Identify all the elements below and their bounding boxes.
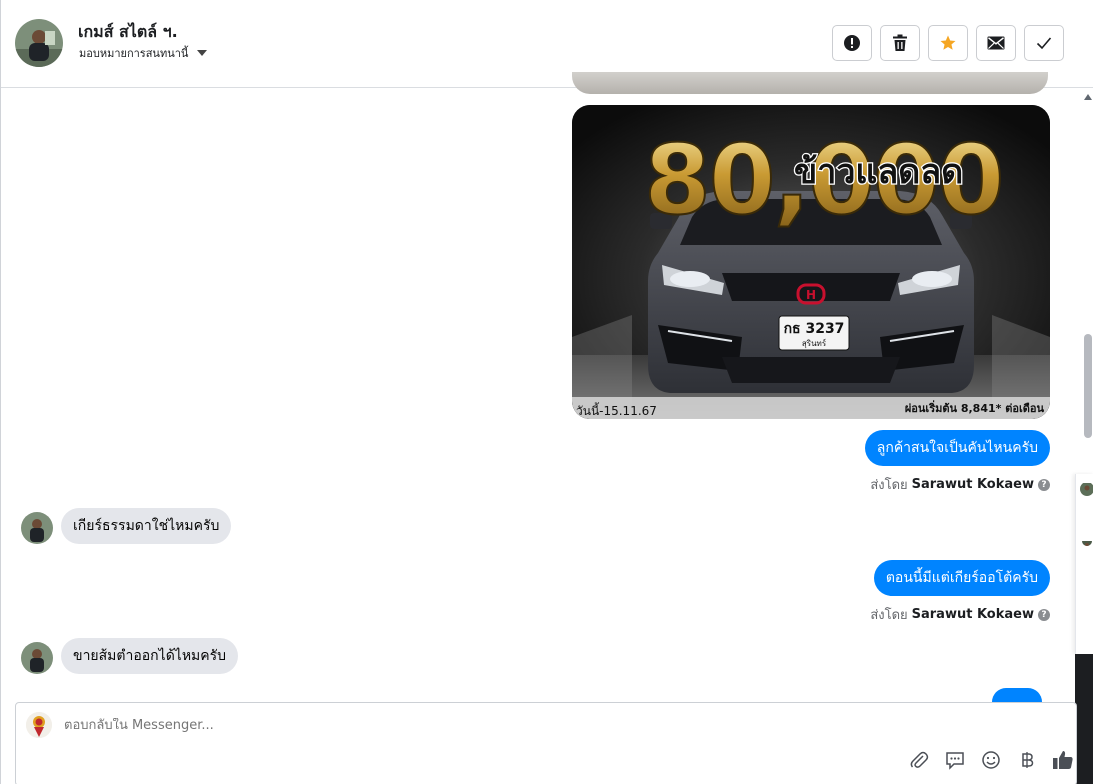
sender-avatar[interactable]	[21, 642, 53, 674]
side-avatar[interactable]	[1082, 536, 1092, 546]
plate-number: กธ 3237	[784, 321, 845, 337]
sender-name: Sarawut Kokaew	[911, 607, 1034, 622]
saved-reply-icon	[946, 752, 964, 770]
car-promo-image[interactable]: H กธ 3237 สุรินทร์ 80,000 ข้าวแลดลด วันน…	[572, 105, 1050, 419]
payment-button[interactable]	[1016, 749, 1038, 771]
sent-by-label: ส่งโดย Sarawut Kokaew ?	[870, 474, 1050, 495]
help-icon[interactable]: ?	[1038, 608, 1050, 621]
outgoing-message[interactable]: ตอนนี้มีแต่เกียร์ออโต้ครับ	[873, 560, 1050, 596]
sent-by-prefix: ส่งโดย	[870, 608, 908, 623]
scroll-up-arrow-icon[interactable]	[1084, 94, 1092, 100]
side-panel-dark-area	[1075, 654, 1093, 784]
mark-spam-button[interactable]	[832, 25, 872, 61]
promo-headline: ข้าวแลดลด	[794, 152, 963, 192]
thumbs-up-icon	[1053, 751, 1073, 769]
sent-by-label: ส่งโดย Sarawut Kokaew ?	[870, 604, 1050, 625]
paperclip-icon	[910, 751, 929, 768]
scrollbar-thumb[interactable]	[1084, 334, 1092, 438]
composer-tools	[908, 749, 1074, 771]
side-avatar[interactable]	[1080, 482, 1093, 496]
mark-done-button[interactable]	[1024, 25, 1064, 61]
outgoing-message-partial[interactable]	[992, 688, 1042, 702]
promo-installment: ผ่อนเริ่มต้น 8,841* ต่อเดือน	[905, 400, 1045, 415]
sender-avatar[interactable]	[21, 512, 53, 544]
previous-image-attachment[interactable]	[572, 72, 1048, 94]
emoji-button[interactable]	[980, 749, 1002, 771]
side-panel-edge	[1075, 474, 1093, 654]
contact-name: เกมส์ สไตล์ ฯ.	[78, 22, 178, 41]
assign-conversation-dropdown[interactable]: มอบหมายการสนทนานี้	[79, 44, 208, 62]
mark-unread-button[interactable]	[976, 25, 1016, 61]
svg-text:H: H	[806, 288, 816, 302]
saved-replies-button[interactable]	[944, 749, 966, 771]
promo-date: วันนี้-15.11.67	[576, 402, 657, 418]
reply-input[interactable]	[64, 718, 764, 733]
reply-composer	[15, 702, 1077, 784]
help-icon[interactable]: ?	[1038, 478, 1050, 491]
page-avatar	[26, 712, 52, 738]
emoji-icon	[982, 751, 1000, 769]
incoming-message[interactable]: เกียร์ธรรมดาใช่ไหมครับ	[61, 508, 232, 544]
like-button[interactable]	[1052, 749, 1074, 771]
outgoing-message[interactable]: ลูกค้าสนใจเป็นคันไหนครับ	[864, 430, 1050, 466]
conversation-actions	[832, 25, 1064, 61]
star-icon	[940, 35, 956, 50]
incoming-message[interactable]: ขายส้มตำออกได้ไหมครับ	[61, 638, 239, 674]
assign-label: มอบหมายการสนทนานี้	[79, 47, 189, 60]
inbox-conversation: เกมส์ สไตล์ ฯ. มอบหมายการสนทนานี้ H กธ 3…	[0, 0, 1093, 784]
exclamation-icon	[844, 35, 860, 51]
envelope-icon	[987, 36, 1005, 50]
star-button[interactable]	[928, 25, 968, 61]
attach-button[interactable]	[908, 749, 930, 771]
baht-icon	[1022, 752, 1034, 768]
check-icon	[1036, 37, 1052, 50]
contact-avatar[interactable]	[15, 19, 63, 67]
caret-down-icon	[197, 50, 208, 56]
sent-by-prefix: ส่งโดย	[870, 478, 908, 493]
delete-button[interactable]	[880, 25, 920, 61]
sender-name: Sarawut Kokaew	[911, 477, 1034, 492]
trash-icon	[893, 34, 907, 51]
plate-province: สุรินทร์	[802, 338, 827, 348]
